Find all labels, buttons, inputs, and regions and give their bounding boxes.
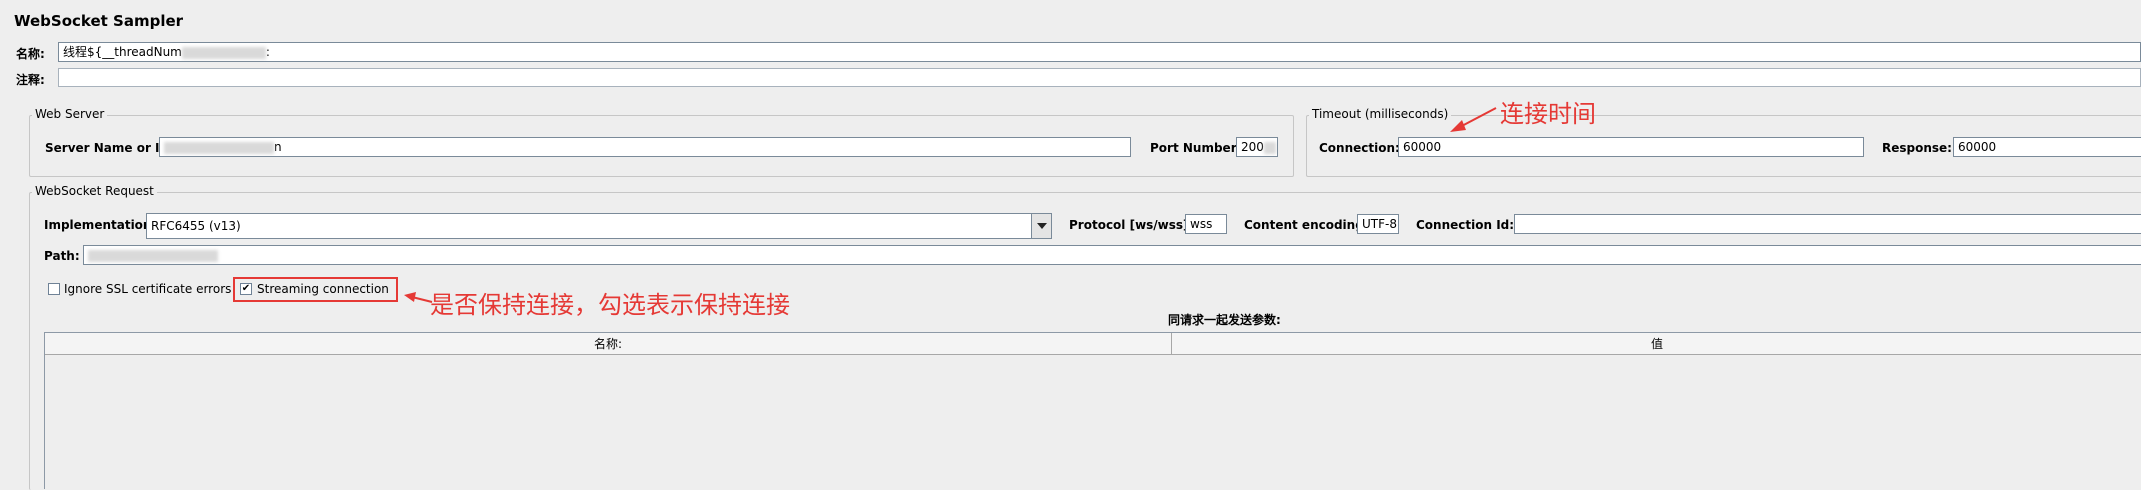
connection-id-label: Connection Id: bbox=[1416, 218, 1515, 232]
chevron-down-icon[interactable] bbox=[1031, 214, 1051, 238]
streaming-connection-label: Streaming connection bbox=[257, 282, 389, 296]
protocol-input[interactable]: wss bbox=[1185, 214, 1227, 234]
name-value-tail: : bbox=[265, 45, 270, 59]
page-title: WebSocket Sampler bbox=[14, 12, 184, 30]
path-label: Path: bbox=[44, 249, 80, 263]
params-table[interactable]: 名称: 值 bbox=[44, 332, 2141, 489]
timeout-legend: Timeout (milliseconds) bbox=[1309, 107, 1452, 121]
connection-id-input[interactable] bbox=[1514, 214, 2141, 234]
content-encoding-input[interactable]: UTF-8 bbox=[1357, 214, 1399, 234]
implementation-value: RFC6455 (v13) bbox=[151, 219, 241, 233]
protocol-label: Protocol [ws/wss]: bbox=[1069, 218, 1194, 232]
timeout-annotation: 连接时间 bbox=[1500, 100, 1596, 128]
implementation-label: Implementation: bbox=[44, 218, 157, 232]
redacted-blur bbox=[181, 46, 266, 59]
name-label: 名称: bbox=[16, 47, 45, 61]
web-server-legend: Web Server bbox=[32, 107, 108, 121]
server-name-value: n bbox=[274, 140, 282, 154]
comment-label: 注释: bbox=[16, 73, 45, 87]
column-header-name[interactable]: 名称: bbox=[45, 333, 1172, 355]
streaming-annotation: 是否保持连接，勾选表示保持连接 bbox=[430, 291, 790, 319]
connection-timeout-input[interactable]: 60000 bbox=[1398, 137, 1864, 157]
annotation-arrow-icon bbox=[1450, 107, 1497, 132]
params-title: 同请求一起发送参数: bbox=[1168, 313, 1281, 327]
name-input[interactable]: 线程${__threadNum: bbox=[58, 42, 2141, 62]
redacted-blur bbox=[88, 249, 218, 262]
server-name-input[interactable]: n bbox=[159, 137, 1131, 157]
port-number-value: 200 bbox=[1241, 140, 1264, 154]
ignore-ssl-checkbox[interactable] bbox=[48, 283, 60, 295]
redacted-blur bbox=[1263, 141, 1276, 154]
response-timeout-label: Response: bbox=[1882, 141, 1952, 155]
comment-input[interactable] bbox=[58, 68, 2141, 87]
redacted-blur bbox=[164, 141, 274, 154]
connection-timeout-label: Connection: bbox=[1319, 141, 1400, 155]
server-name-label: Server Name or IP: bbox=[45, 141, 174, 155]
path-input[interactable] bbox=[83, 245, 2141, 265]
port-number-input[interactable]: 200 bbox=[1236, 137, 1278, 157]
implementation-select[interactable]: RFC6455 (v13) bbox=[146, 213, 1052, 239]
name-value: 线程${__threadNum bbox=[63, 45, 182, 59]
ignore-ssl-label: Ignore SSL certificate errors bbox=[64, 282, 232, 296]
column-header-value[interactable]: 值 bbox=[1172, 333, 2141, 355]
port-number-label: Port Number: bbox=[1150, 141, 1242, 155]
streaming-connection-checkbox[interactable]: ✔ bbox=[240, 283, 252, 295]
content-encoding-label: Content encoding: bbox=[1244, 218, 1369, 232]
websocket-request-legend: WebSocket Request bbox=[32, 184, 157, 198]
response-timeout-input[interactable]: 60000 bbox=[1953, 137, 2141, 157]
